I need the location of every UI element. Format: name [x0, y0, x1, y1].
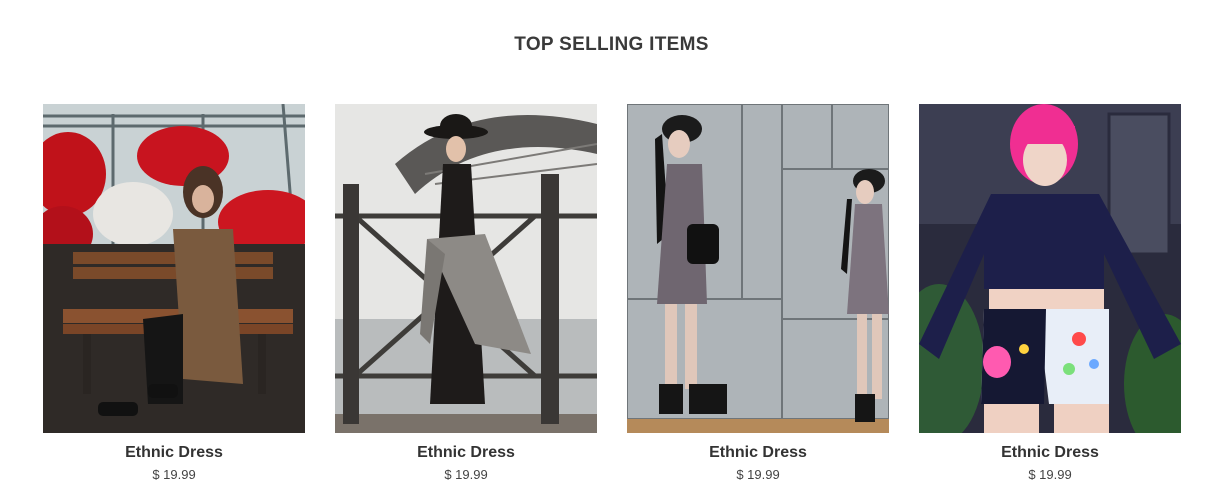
- section-title: TOP SELLING ITEMS: [514, 34, 709, 55]
- product-name[interactable]: Ethnic Dress: [43, 444, 305, 462]
- product-image[interactable]: [335, 104, 597, 433]
- product-name[interactable]: Ethnic Dress: [919, 444, 1181, 462]
- product-price: $ 19.99: [444, 467, 488, 482]
- product-card[interactable]: Ethnic Dress $ 19.99: [43, 104, 305, 482]
- product-price: $ 19.99: [1028, 467, 1072, 482]
- product-card[interactable]: Ethnic Dress $ 19.99: [919, 104, 1181, 482]
- product-image[interactable]: [919, 104, 1181, 433]
- product-image[interactable]: [43, 104, 305, 433]
- product-card[interactable]: Ethnic Dress $ 19.99: [335, 104, 597, 482]
- product-grid: Ethnic Dress $ 19.99 Ethnic Dress $ 19.9…: [43, 104, 1183, 482]
- product-price: $ 19.99: [152, 467, 196, 482]
- product-image[interactable]: [627, 104, 889, 433]
- product-price: $ 19.99: [736, 467, 780, 482]
- product-card[interactable]: Ethnic Dress $ 19.99: [627, 104, 889, 482]
- product-name[interactable]: Ethnic Dress: [335, 444, 597, 462]
- product-name[interactable]: Ethnic Dress: [627, 444, 889, 462]
